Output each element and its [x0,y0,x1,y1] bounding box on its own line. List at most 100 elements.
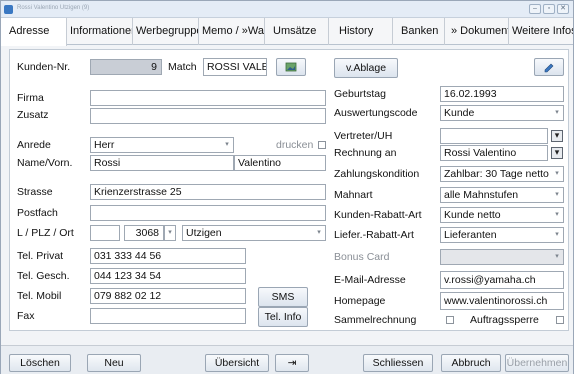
sms-button[interactable]: SMS [258,287,308,307]
mahnart-select[interactable]: alle Mahnstufen ▾ [440,187,564,203]
ort-select[interactable]: Utzigen ▾ [182,225,326,241]
plz-field[interactable]: 3068 [124,225,164,241]
auftrag-checkbox[interactable] [556,316,564,324]
auswertung-select[interactable]: Kunde ▾ [440,105,564,121]
drucken-checkbox[interactable] [318,141,326,149]
chevron-down-icon[interactable]: ▾ [551,188,563,202]
sammel-checkbox[interactable] [446,316,454,324]
homepage-field[interactable]: www.valentinorossi.ch [440,292,564,310]
app-icon [4,5,13,14]
uebersicht-button[interactable]: Übersicht [205,354,269,372]
fax-label: Fax [17,310,35,322]
chevron-down-icon[interactable]: ▾ [313,226,325,240]
tab-werbegruppen[interactable]: Werbegruppen [133,18,199,45]
liefer-select[interactable]: Lieferanten ▾ [440,227,564,243]
tab-umsaetze[interactable]: Umsätze [265,18,329,45]
chevron-down-icon[interactable]: ▾ [221,138,233,152]
maximize-icon[interactable]: ▫ [543,4,555,14]
zusatz-label: Zusatz [17,109,49,121]
name-label: Name/Vorn. [17,157,73,169]
rabatt-value: Kunde netto [444,209,501,221]
rechnung-label: Rechnung an [334,147,397,159]
anrede-select[interactable]: Herr ▾ [90,137,234,153]
fax-field[interactable] [90,308,246,324]
kunden-nr-field[interactable]: 9 [90,59,162,75]
land-field[interactable] [90,225,120,241]
title-bar: Rossi Valentino Utzigen (9) ‒ ▫ ✕ [1,1,573,18]
tel-privat-label: Tel. Privat [17,250,64,262]
strasse-field[interactable]: Krienzerstrasse 25 [90,184,326,200]
tel-gesch-field[interactable]: 044 123 34 54 [90,268,246,284]
neu-button[interactable]: Neu [87,354,141,372]
edit-icon [544,63,554,73]
geburtstag-field[interactable]: 16.02.1993 [440,86,564,102]
auswertung-value: Kunde [444,107,475,119]
rechnung-field[interactable]: Rossi Valentino [440,145,548,161]
firma-field[interactable] [90,90,326,106]
vertreter-field[interactable] [440,128,548,144]
ort-label: L / PLZ / Ort [17,227,74,239]
tel-gesch-label: Tel. Gesch. [17,270,70,282]
chevron-down-icon[interactable]: ▾ [551,208,563,222]
tel-privat-field[interactable]: 031 333 44 56 [90,248,246,264]
image-button[interactable] [276,58,306,76]
zahlung-select[interactable]: Zahlbar: 30 Tage netto ▾ [440,166,564,182]
geburtstag-label: Geburtstag [334,88,386,100]
ablage-button[interactable]: v.Ablage [334,58,398,78]
tab-informationen[interactable]: Informationen [67,18,133,45]
minimize-icon[interactable]: ‒ [529,4,541,14]
zusatz-field[interactable] [90,108,326,124]
name-field[interactable]: Rossi [90,155,234,171]
chevron-down-icon[interactable]: ▾ [551,167,563,181]
tab-banken[interactable]: Banken [393,18,445,45]
tab-history[interactable]: History [329,18,393,45]
chevron-down-icon[interactable]: ▾ [551,106,563,120]
uebernehmen-button: Übernehmen [505,354,569,372]
chevron-down-icon[interactable]: ▾ [551,228,563,242]
anrede-label: Anrede [17,139,51,151]
vertreter-pick-icon[interactable]: ▾ [551,130,563,142]
postfach-label: Postfach [17,207,58,219]
email-field[interactable]: v.rossi@yamaha.ch [440,271,564,289]
tel-mobil-field[interactable]: 079 882 02 12 [90,288,246,304]
kunden-nr-label: Kunden-Nr. [17,61,71,73]
footer-bar: Löschen Neu Übersicht ⇥ Schliessen Abbru… [1,345,573,374]
mahnart-label: Mahnart [334,189,373,201]
pin-button[interactable]: ⇥ [275,354,309,372]
homepage-label: Homepage [334,295,386,307]
loeschen-button[interactable]: Löschen [9,354,71,372]
tab-memo[interactable]: Memo / »Wa [199,18,265,45]
tab-adresse[interactable]: Adresse [1,18,67,46]
postfach-field[interactable] [90,205,326,221]
tel-info-button[interactable]: Tel. Info [258,307,308,327]
chevron-down-icon: ▾ [555,253,559,260]
zahlung-value: Zahlbar: 30 Tage netto [444,168,549,180]
liefer-label: Liefer.-Rabatt-Art [334,229,414,241]
close-icon[interactable]: ✕ [557,4,569,14]
firma-label: Firma [17,92,44,104]
ort-value: Utzigen [186,227,222,239]
bonus-label: Bonus Card [334,251,390,263]
rechnung-pick-icon[interactable]: ▾ [551,147,563,159]
abbruch-button[interactable]: Abbruch [441,354,501,372]
match-field[interactable]: ROSSI VALE [203,58,267,76]
liefer-value: Lieferanten [444,229,497,241]
email-label: E-Mail-Adresse [334,274,406,286]
tab-dokumente[interactable]: » Dokumente [445,18,509,45]
edit-button[interactable] [534,58,564,76]
tab-weitere-infos[interactable]: Weitere Infos [509,18,573,45]
vertreter-label: Vertreter/UH [334,130,393,142]
tel-mobil-label: Tel. Mobil [17,290,62,302]
strasse-label: Strasse [17,186,53,198]
vorname-field[interactable]: Valentino [234,155,326,171]
plz-dropdown[interactable]: ▾ [164,225,176,241]
match-label: Match [168,61,197,73]
bonus-select: ▾ [440,249,564,265]
rabatt-select[interactable]: Kunde netto ▾ [440,207,564,223]
chevron-down-icon: ▾ [168,229,172,236]
schliessen-button[interactable]: Schliessen [363,354,433,372]
address-form: Kunden-Nr. 9 Match ROSSI VALE Firma Zusa… [9,49,569,331]
anrede-value: Herr [94,139,115,151]
mahnart-value: alle Mahnstufen [444,189,519,201]
auftrag-label: Auftragssperre [470,314,539,326]
